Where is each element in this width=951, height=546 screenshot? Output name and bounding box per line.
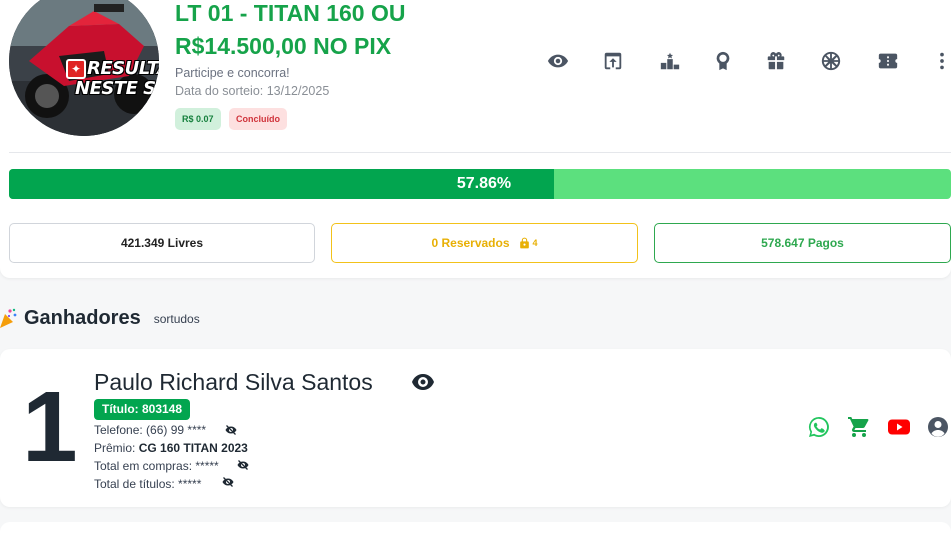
raffle-card: ✦ RESULTADO NESTE SABADO LT 01 - TITAN 1… [0, 0, 951, 278]
status-badge: Concluído [229, 108, 287, 130]
eye-off-icon[interactable] [225, 425, 237, 435]
winner-ticket-badge: Título: 803148 [94, 399, 191, 420]
progress-label: 57.86% [456, 175, 512, 192]
winner-titles: Total de títulos: ***** [94, 477, 202, 491]
price-badge: R$ 0.07 [175, 108, 221, 130]
confetti-icon [0, 308, 17, 328]
divider [9, 152, 951, 153]
raffle-image: ✦ RESULTADO NESTE SABADO [9, 0, 159, 136]
next-card [0, 522, 951, 546]
badge-flag-icon: ✦ [66, 59, 86, 79]
winners-subtitle: sortudos [153, 312, 200, 326]
stat-paid: 578.647 Pagos [654, 223, 951, 263]
raffle-subtitle: Participe e concorra! [175, 66, 290, 80]
winners-title: Ganhadores [24, 306, 141, 329]
stat-reserved[interactable]: 0 Reservados 4 [331, 223, 638, 263]
eye-icon[interactable] [545, 48, 571, 74]
cart-icon[interactable] [847, 415, 871, 439]
raffle-title: LT 01 - TITAN 160 OU R$14.500,00 NO PIX [175, 0, 406, 59]
winner-purchases: Total em compras: ***** [94, 459, 219, 473]
winner-phone: Telefone: (66) 99 **** [94, 423, 207, 437]
wheel-icon[interactable] [818, 48, 844, 74]
winner-prize: Prêmio: CG 160 TITAN 2023 [94, 441, 248, 455]
youtube-icon[interactable] [887, 415, 911, 439]
whatsapp-icon[interactable] [807, 415, 831, 439]
winner-card: 1 Paulo Richard Silva Santos Título: 803… [0, 349, 951, 507]
image-badge-line1: RESULTADO [87, 58, 159, 79]
award-icon[interactable] [710, 48, 736, 74]
eye-icon[interactable] [411, 372, 435, 392]
winner-prize-label: Prêmio: [94, 441, 136, 455]
image-badge-line2: NESTE SABADO [75, 78, 159, 99]
podium-icon[interactable] [657, 48, 683, 74]
winners-header: Ganhadores sortudos [0, 305, 200, 331]
draw-date: Data do sorteio: 13/12/2025 [175, 84, 330, 98]
account-icon[interactable] [926, 415, 950, 439]
progress-bar: 57.86% [9, 169, 951, 199]
stat-free: 421.349 Livres [9, 223, 315, 263]
winner-rank: 1 [22, 371, 78, 483]
gift-icon[interactable] [763, 48, 789, 74]
winner-prize-value: CG 160 TITAN 2023 [138, 441, 248, 455]
stat-reserved-label: 0 Reservados [431, 236, 510, 250]
more-vert-icon[interactable] [929, 48, 951, 74]
eye-off-icon[interactable] [222, 477, 234, 487]
lock-count: 4 [532, 238, 538, 248]
stat-free-label: 421.349 Livres [120, 236, 204, 250]
share-icon[interactable] [600, 48, 626, 74]
winner-name: Paulo Richard Silva Santos [94, 369, 373, 395]
ticket-icon[interactable] [875, 48, 901, 74]
stat-paid-label: 578.647 Pagos [761, 236, 844, 250]
eye-off-icon[interactable] [237, 460, 249, 470]
lock-icon [519, 237, 529, 249]
